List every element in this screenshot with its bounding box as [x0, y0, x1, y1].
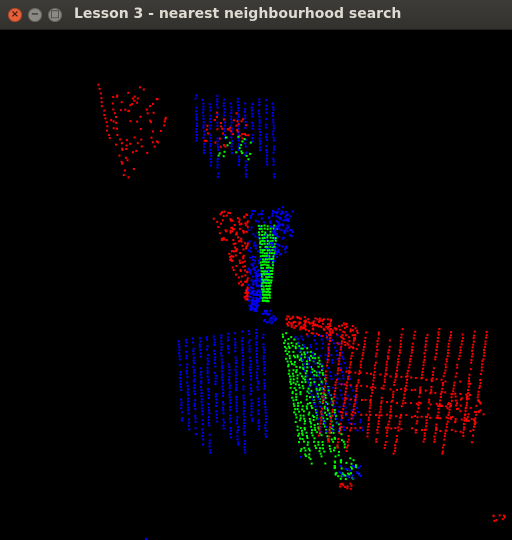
maximize-icon: □ [50, 9, 60, 20]
title-bar[interactable]: × − □ Lesson 3 - nearest neighbourhood s… [0, 0, 512, 30]
point-cloud-canvas[interactable] [0, 30, 512, 540]
app-window: × − □ Lesson 3 - nearest neighbourhood s… [0, 0, 512, 540]
close-button[interactable]: × [8, 8, 22, 22]
window-title: Lesson 3 - nearest neighbourhood search [74, 6, 402, 22]
minimize-icon: − [30, 9, 40, 20]
maximize-button[interactable]: □ [48, 8, 62, 22]
close-icon: × [10, 9, 20, 20]
point-cloud-viewport[interactable] [0, 30, 512, 540]
minimize-button[interactable]: − [28, 8, 42, 22]
